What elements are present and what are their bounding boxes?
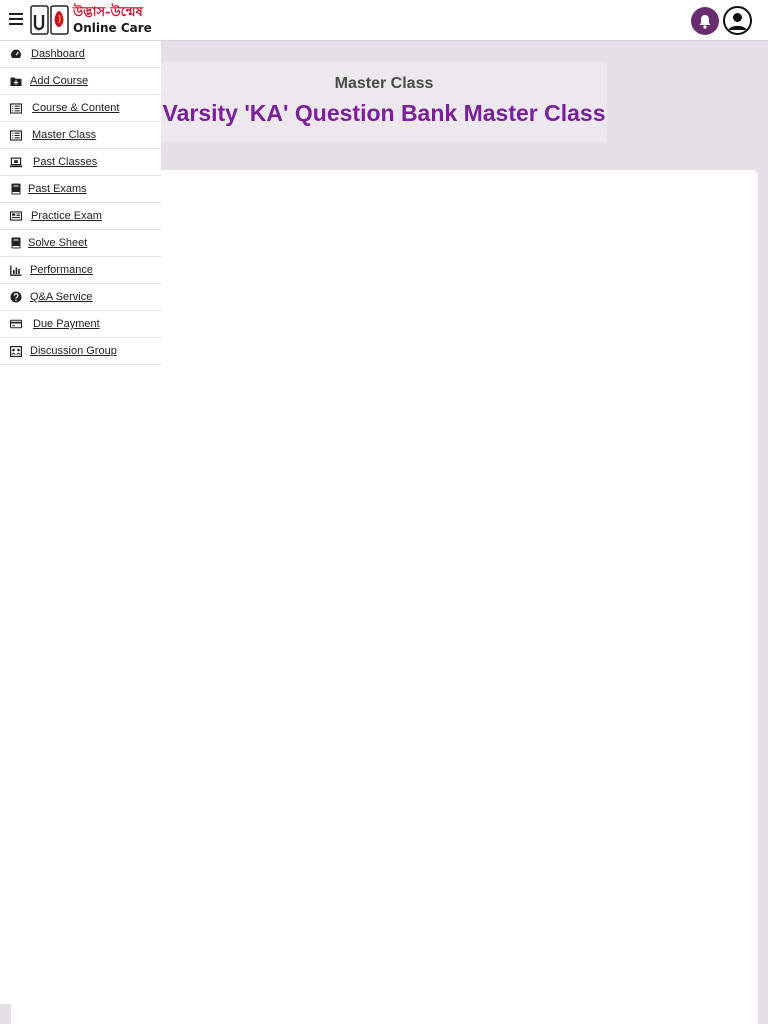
- sidebar-item-label: Discussion Group: [30, 345, 117, 357]
- sidebar-item-label: Practice Exam: [31, 210, 102, 222]
- sidebar-item-past-exams[interactable]: Past Exams: [0, 176, 161, 203]
- page-title: Varsity 'KA' Question Bank Master Class: [162, 100, 606, 126]
- user-avatar-icon[interactable]: [723, 6, 752, 35]
- brand-name-bengali: উদ্ভাস-উন্মেষ: [73, 5, 143, 20]
- sidebar-item-label: Performance: [30, 264, 93, 276]
- sidebar-item-practice-exam[interactable]: Practice Exam: [0, 203, 161, 230]
- list-icon: [10, 129, 22, 141]
- sidebar-item-label: Course & Content: [32, 102, 120, 114]
- sidebar-item-label: Dashboard: [31, 48, 85, 60]
- question-circle-icon: [10, 291, 22, 303]
- notification-button[interactable]: [691, 7, 719, 35]
- credit-card-icon: [10, 318, 22, 330]
- top-navbar: উদ্ভাস-উন্মেষ Online Care: [0, 0, 768, 41]
- sidebar-item-due-payment[interactable]: Due Payment: [0, 311, 161, 338]
- dashboard-gauge-icon: [10, 48, 22, 60]
- sidebar-item-qa-service[interactable]: Q&A Service: [0, 284, 161, 311]
- folder-plus-icon: [10, 75, 22, 87]
- sidebar-item-dashboard[interactable]: Dashboard: [0, 41, 161, 68]
- bell-icon: [699, 14, 711, 29]
- page-header-card: Master Class Varsity 'KA' Question Bank …: [161, 62, 607, 142]
- sidebar-item-label: Past Exams: [28, 183, 87, 195]
- sidebar-item-label: Past Classes: [33, 156, 98, 168]
- sidebar-item-discussion-group[interactable]: Discussion Group: [0, 338, 161, 365]
- sidebar-item-label: Add Course: [30, 75, 89, 87]
- sidebar-item-label: Master Class: [32, 129, 97, 141]
- sidebar-item-label: Due Payment: [33, 318, 100, 330]
- sidebar-item-add-course[interactable]: Add Course: [0, 68, 161, 95]
- sidebar-item-master-class[interactable]: Master Class: [0, 122, 161, 149]
- sidebar-item-label: Q&A Service: [30, 291, 93, 303]
- group-chat-icon: [10, 345, 22, 357]
- brand-name-english: Online Care: [73, 21, 152, 35]
- brand-logo[interactable]: উদ্ভাস-উন্মেষ Online Care: [30, 5, 152, 37]
- sidebar-item-past-classes[interactable]: Past Classes: [0, 149, 161, 176]
- sidebar-item-performance[interactable]: Performance: [0, 257, 161, 284]
- sidebar-item-solve-sheet[interactable]: Solve Sheet: [0, 230, 161, 257]
- list-icon: [10, 102, 22, 114]
- page-subtitle: Master Class: [334, 75, 434, 92]
- newspaper-icon: [10, 210, 22, 222]
- bar-chart-icon: [10, 264, 22, 276]
- sidebar-nav: Dashboard Add Course Course & Content Ma…: [0, 41, 161, 365]
- laptop-icon: [10, 156, 22, 168]
- sidebar-item-label: Solve Sheet: [28, 237, 88, 249]
- brand-logo-mark-icon: [30, 5, 69, 35]
- book-icon: [10, 237, 22, 249]
- sidebar-item-course-content[interactable]: Course & Content: [0, 95, 161, 122]
- hamburger-menu-icon[interactable]: [9, 13, 23, 25]
- content-corner-background: [0, 1004, 11, 1024]
- book-icon: [10, 183, 22, 195]
